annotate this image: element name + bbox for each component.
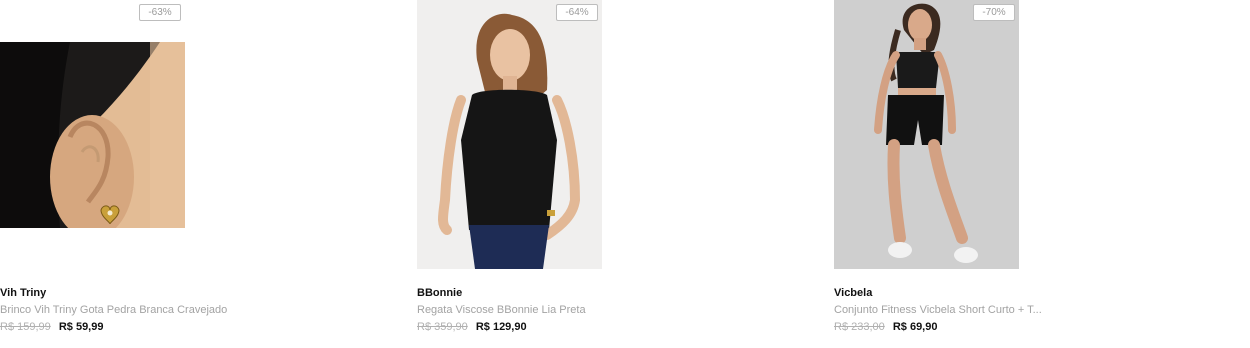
old-price: R$ 159,99 (0, 321, 51, 333)
product-brand[interactable]: Vicbela (834, 287, 872, 299)
product-image[interactable] (834, 0, 1019, 269)
product-card[interactable]: -64% BBonnie Regata Viscose BBonnie Lia … (417, 0, 747, 348)
product-image[interactable] (0, 42, 185, 228)
discount-badge: -64% (556, 4, 598, 21)
price-row: R$ 159,99 R$ 59,99 (0, 321, 103, 333)
discount-badge: -63% (139, 4, 181, 21)
discount-badge: -70% (973, 4, 1015, 21)
price-row: R$ 359,90 R$ 129,90 (417, 321, 527, 333)
product-card[interactable]: -63% Vih Triny Brinco Vih Triny Gota Ped… (0, 0, 330, 348)
current-price: R$ 69,90 (892, 321, 938, 333)
product-name[interactable]: Regata Viscose BBonnie Lia Preta (417, 304, 586, 316)
product-name[interactable]: Conjunto Fitness Vicbela Short Curto + T… (834, 304, 1042, 316)
price-row: R$ 233,00 R$ 69,90 (834, 321, 937, 333)
product-image[interactable] (417, 0, 602, 269)
old-price: R$ 359,90 (417, 321, 468, 333)
product-brand[interactable]: Vih Triny (0, 287, 46, 299)
product-name[interactable]: Brinco Vih Triny Gota Pedra Branca Crave… (0, 304, 227, 316)
product-brand[interactable]: BBonnie (417, 287, 462, 299)
current-price: R$ 129,90 (475, 321, 527, 333)
current-price: R$ 59,99 (58, 321, 104, 333)
product-card[interactable]: -70% Vicbela Conjunto Fitness Vicbela Sh… (834, 0, 1164, 348)
old-price: R$ 233,00 (834, 321, 885, 333)
